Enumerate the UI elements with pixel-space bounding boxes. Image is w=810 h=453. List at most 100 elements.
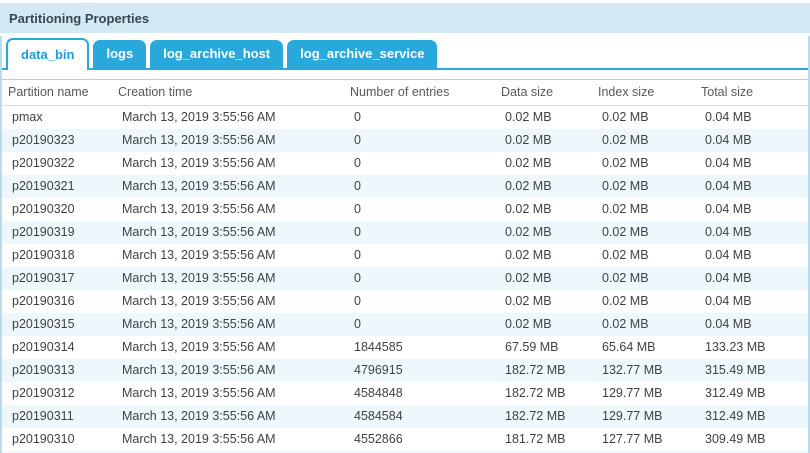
table-cell: 0.02 MB [592, 267, 695, 290]
table-row: p20190322March 13, 2019 3:55:56 AM00.02 … [2, 152, 808, 175]
table-cell: 0 [344, 198, 495, 221]
table-cell: 0 [344, 290, 495, 313]
table-row: p20190320March 13, 2019 3:55:56 AM0 0.02 … [2, 198, 808, 221]
table-cell: 0 [344, 244, 495, 267]
table-cell: 0.02 MB [495, 267, 592, 290]
table-cell: 129.77 MB [592, 405, 695, 428]
table-cell: 0.04 MB [695, 175, 808, 198]
table-cell: March 13, 2019 3:55:56 AM [112, 198, 344, 221]
tab-bar: data_bin logs log_archive_host log_archi… [0, 38, 810, 70]
table-cell: p20190316 [2, 290, 112, 313]
partitions-table: Partition name Creation time Number of e… [2, 79, 808, 453]
table-cell: 4584848 [344, 382, 495, 405]
table-cell: 0.02 MB [592, 313, 695, 336]
table-cell: 0.02 MB [592, 244, 695, 267]
table-cell: p20190318 [2, 244, 112, 267]
table-cell: 0.02 MB [495, 244, 592, 267]
table-cell: 0.04 MB [695, 267, 808, 290]
table-cell: 0.02 MB [592, 290, 695, 313]
tab-logs[interactable]: logs [93, 40, 146, 68]
tab-data-bin[interactable]: data_bin [6, 38, 89, 70]
table-cell: 4552866 [344, 428, 495, 451]
table-cell: 0.04 MB [695, 106, 808, 130]
table-header: Partition name Creation time Number of e… [2, 80, 808, 106]
table-cell: 67.59 MB [495, 336, 592, 359]
table-cell: March 13, 2019 3:55:56 AM [112, 267, 344, 290]
column-header-index-size: Index size [592, 80, 695, 106]
table-cell: 0 [344, 221, 495, 244]
table-row: p20190311March 13, 2019 3:55:56 AM458458… [2, 405, 808, 428]
table-cell: March 13, 2019 3:55:56 AM [112, 106, 344, 130]
table-cell: 182.72 MB [495, 405, 592, 428]
table-cell: 4796915 [344, 359, 495, 382]
table-cell: 0.02 MB [592, 152, 695, 175]
table-cell: 0.04 MB [695, 221, 808, 244]
table-cell: p20190320 [2, 198, 112, 221]
table-cell: March 13, 2019 3:55:56 AM [112, 336, 344, 359]
table-cell: 0.02 MB [495, 129, 592, 152]
table-cell: p20190317 [2, 267, 112, 290]
table-cell: 0.04 MB [695, 129, 808, 152]
table-cell: 0.02 MB [495, 290, 592, 313]
table-cell: p20190313 [2, 359, 112, 382]
table-cell: 309.49 MB [695, 428, 808, 451]
table-cell: 0.04 MB [695, 198, 808, 221]
table-cell: March 13, 2019 3:55:56 AM [112, 129, 344, 152]
table-cell: p20190310 [2, 428, 112, 451]
table-cell: 0 [344, 152, 495, 175]
table-cell: p20190323 [2, 129, 112, 152]
table-cell: pmax [2, 106, 112, 130]
table-cell: 129.77 MB [592, 382, 695, 405]
panel-title-band: Partitioning Properties [0, 3, 810, 33]
panel-left-border [0, 36, 2, 453]
table-cell: 0 [344, 106, 495, 130]
table-row: p20190316March 13, 2019 3:55:56 AM00.02 … [2, 290, 808, 313]
table-cell: 181.72 MB [495, 428, 592, 451]
column-header-data-size: Data size [495, 80, 592, 106]
table-cell: 0 [344, 267, 495, 290]
table-row: p20190321March 13, 2019 3:55:56 AM00.02 … [2, 175, 808, 198]
table-cell: 0 [344, 175, 495, 198]
column-header-total-size: Total size [695, 80, 808, 106]
panel-title: Partitioning Properties [9, 11, 149, 26]
partitioning-properties-panel: Partitioning Properties data_bin logs lo… [0, 3, 810, 453]
table-cell: 312.49 MB [695, 405, 808, 428]
table-cell: 127.77 MB [592, 428, 695, 451]
table-cell: 0 [344, 313, 495, 336]
table-cell: March 13, 2019 3:55:56 AM [112, 221, 344, 244]
table-row: p20190312March 13, 2019 3:55:56 AM458484… [2, 382, 808, 405]
table-cell: 0.02 MB [592, 221, 695, 244]
table-cell: March 13, 2019 3:55:56 AM [112, 175, 344, 198]
table-cell: 0.02 MB [495, 221, 592, 244]
table-cell: 0.04 MB [695, 313, 808, 336]
table-row: p20190319March 13, 2019 3:55:56 AM00.02 … [2, 221, 808, 244]
table-cell: p20190319 [2, 221, 112, 244]
table-cell: 0.02 MB [495, 175, 592, 198]
table-cell: p20190314 [2, 336, 112, 359]
column-header-number-of-entries: Number of entries [344, 80, 495, 106]
table-cell: March 13, 2019 3:55:56 AM [112, 313, 344, 336]
table-cell: 0.02 MB [592, 198, 695, 221]
table-cell: 133.23 MB [695, 336, 808, 359]
table-cell: 0.02 MB [495, 106, 592, 130]
table-cell: March 13, 2019 3:55:56 AM [112, 152, 344, 175]
table-cell: 4584584 [344, 405, 495, 428]
table-cell: 312.49 MB [695, 382, 808, 405]
tab-log-archive-host[interactable]: log_archive_host [150, 40, 283, 68]
table-row: p20190323March 13, 2019 3:55:56 AM00.02 … [2, 129, 808, 152]
table-row: p20190315March 13, 2019 3:55:56 AM00.02 … [2, 313, 808, 336]
table-cell: 0.02 MB [495, 152, 592, 175]
table-cell: 182.72 MB [495, 382, 592, 405]
table-cell: 65.64 MB [592, 336, 695, 359]
table-cell: 0 [344, 129, 495, 152]
table-cell: 0.02 MB [592, 175, 695, 198]
table-cell: p20190311 [2, 405, 112, 428]
tab-log-archive-service[interactable]: log_archive_service [287, 40, 437, 68]
table-row: pmaxMarch 13, 2019 3:55:56 AM00.02 MB 0.0… [2, 106, 808, 130]
column-header-partition-name: Partition name [2, 80, 112, 106]
table-cell: March 13, 2019 3:55:56 AM [112, 290, 344, 313]
table-cell: p20190322 [2, 152, 112, 175]
table-cell: 1844585 [344, 336, 495, 359]
table-cell: 0.02 MB [495, 313, 592, 336]
table-cell: 0.04 MB [695, 244, 808, 267]
